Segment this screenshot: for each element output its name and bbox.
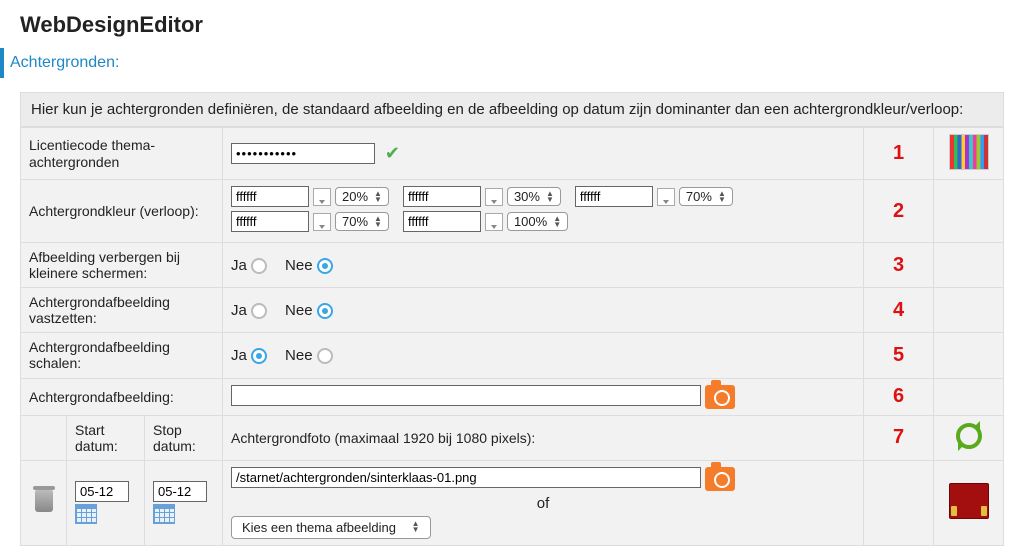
radio-hide-small-ja[interactable] (251, 258, 267, 274)
radio-fix-bg-nee[interactable] (317, 303, 333, 319)
label-hide-small: Afbeelding verbergen bij kleinere scherm… (21, 243, 223, 288)
check-icon: ✔ (385, 143, 400, 163)
gradient-color-1[interactable] (403, 186, 481, 207)
swatch-icon[interactable] (657, 188, 675, 206)
row-num-6: 6 (864, 378, 934, 415)
of-label: of (231, 495, 855, 512)
label-photo: Achtergrondfoto (maximaal 1920 bij 1080 … (223, 415, 864, 460)
radio-label-ja: Ja (231, 257, 247, 274)
label-bg-image: Achtergrondafbeelding: (21, 378, 223, 415)
trash-icon[interactable] (35, 490, 53, 512)
bg-image-input[interactable] (231, 385, 701, 406)
calendar-icon[interactable] (153, 504, 175, 524)
gradient-pct-1[interactable]: 30%▲▼ (507, 187, 561, 206)
gradient-color-2[interactable] (575, 186, 653, 207)
row-num-3: 3 (864, 243, 934, 288)
row-num-5: 5 (864, 333, 934, 378)
label-fix-bg: Achtergrondafbeelding vastzetten: (21, 288, 223, 333)
label-license: Licentiecode thema-achtergronden (21, 128, 223, 180)
camera-icon[interactable] (705, 467, 735, 491)
section-tab-achtergronden[interactable]: Achtergronden: (0, 48, 1004, 78)
swatch-icon[interactable] (485, 188, 503, 206)
row-num-4: 4 (864, 288, 934, 333)
calendar-icon[interactable] (75, 504, 97, 524)
gradient-pct-4[interactable]: 100%▲▼ (507, 212, 568, 231)
label-stop-date: Stop datum: (145, 415, 223, 460)
row-num-2: 2 (864, 180, 934, 243)
stop-date-input[interactable] (153, 481, 207, 502)
theme-image-select[interactable]: Kies een thema afbeelding ▲▼ (231, 516, 431, 539)
radio-label-ja: Ja (231, 302, 247, 319)
swatch-icon[interactable] (313, 188, 331, 206)
radio-label-nee: Nee (285, 302, 313, 319)
swatch-icon[interactable] (313, 213, 331, 231)
radio-hide-small-nee[interactable] (317, 258, 333, 274)
gradient-color-4[interactable] (403, 211, 481, 232)
label-scale-bg: Achtergrondafbeelding schalen: (21, 333, 223, 378)
license-input[interactable] (231, 143, 375, 164)
dated-path-input[interactable] (231, 467, 701, 488)
row-num-1: 1 (864, 128, 934, 180)
radio-scale-bg-nee[interactable] (317, 348, 333, 364)
help-text: Hier kun je achtergronden definiëren, de… (20, 92, 1004, 127)
gradient-color-3[interactable] (231, 211, 309, 232)
gradient-pct-0[interactable]: 20%▲▼ (335, 187, 389, 206)
radio-scale-bg-ja[interactable] (251, 348, 267, 364)
radio-fix-bg-ja[interactable] (251, 303, 267, 319)
theme-thumbnail[interactable] (949, 483, 989, 519)
label-start-date: Start datum: (67, 415, 145, 460)
radio-label-ja: Ja (231, 347, 247, 364)
swatch-icon[interactable] (485, 213, 503, 231)
gradient-color-0[interactable] (231, 186, 309, 207)
radio-label-nee: Nee (285, 347, 313, 364)
gradient-pct-3[interactable]: 70%▲▼ (335, 212, 389, 231)
palette-icon[interactable] (949, 134, 989, 170)
refresh-icon[interactable] (956, 423, 982, 449)
radio-label-nee: Nee (285, 257, 313, 274)
page-title: WebDesignEditor (20, 12, 1004, 38)
start-date-input[interactable] (75, 481, 129, 502)
gradient-pct-2[interactable]: 70%▲▼ (679, 187, 733, 206)
row-num-7: 7 (864, 415, 934, 460)
camera-icon[interactable] (705, 385, 735, 409)
label-gradient: Achtergrondkleur (verloop): (21, 180, 223, 243)
